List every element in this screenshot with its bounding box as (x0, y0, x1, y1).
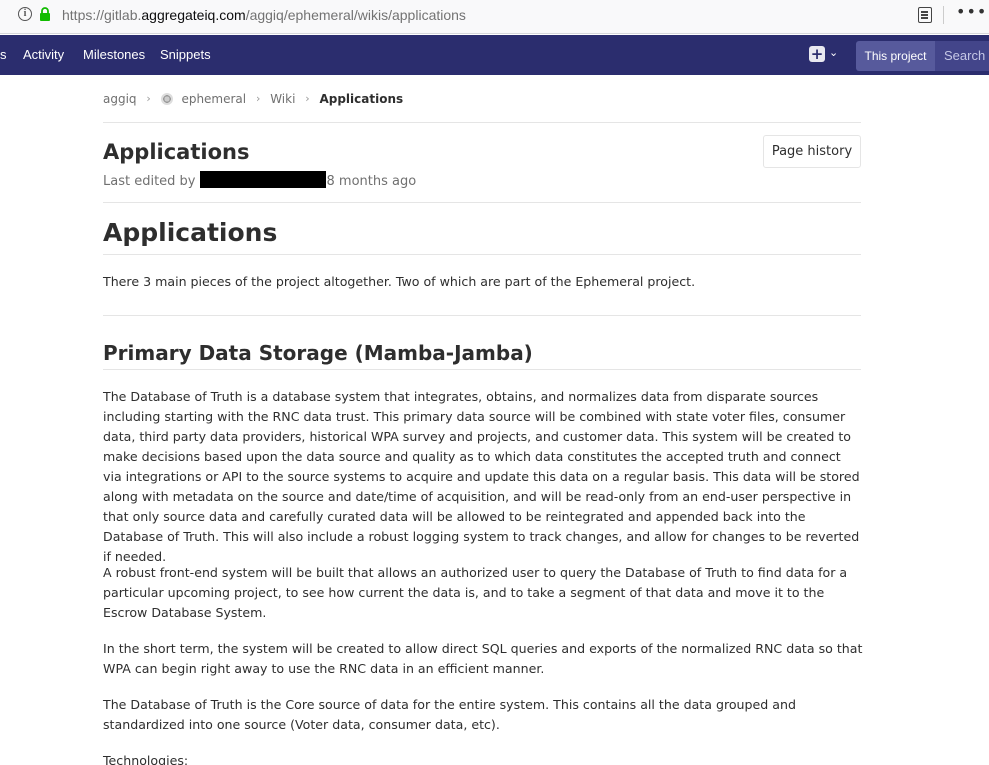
breadcrumb-project[interactable]: ephemeral (181, 92, 246, 106)
breadcrumb-current[interactable]: Applications (319, 92, 403, 106)
divider (103, 122, 861, 123)
redacted-author (199, 171, 326, 188)
breadcrumb-separator-icon: › (305, 92, 310, 105)
nav-milestones[interactable]: Milestones (83, 47, 145, 62)
search-input[interactable]: Search (935, 41, 989, 71)
breadcrumb: aggiq › ephemeral › Wiki › Applications (103, 91, 403, 107)
url-field[interactable]: https://gitlab.aggregateiq.com/aggiq/eph… (62, 7, 466, 23)
section-heading: Primary Data Storage (Mamba-Jamba) (103, 341, 533, 365)
reader-view-icon[interactable] (918, 7, 932, 23)
heading-underline (103, 369, 861, 370)
toolbar-divider (943, 6, 944, 24)
nav-item-truncated[interactable]: s (0, 47, 7, 62)
site-info-icon[interactable]: i (18, 7, 32, 21)
intro-paragraph: There 3 main pieces of the project altog… (103, 274, 696, 289)
breadcrumb-wiki[interactable]: Wiki (270, 92, 295, 106)
browser-url-bar: i https://gitlab.aggregateiq.com/aggiq/e… (0, 0, 989, 34)
divider (103, 202, 861, 203)
paragraph: Technologies: (103, 753, 189, 765)
page-title: Applications (103, 140, 250, 164)
breadcrumb-group[interactable]: aggiq (103, 92, 137, 106)
article-heading: Applications (103, 218, 278, 247)
page-history-button[interactable]: Page history (763, 135, 861, 168)
chevron-down-icon[interactable]: ⌄ (829, 46, 838, 59)
lock-icon (40, 7, 50, 21)
nav-activity[interactable]: Activity (23, 47, 64, 62)
horizontal-rule (103, 315, 861, 316)
last-edited-time: 8 months ago (326, 174, 417, 189)
search-scope-button[interactable]: This project (856, 41, 935, 71)
new-item-icon[interactable]: + (809, 46, 825, 62)
breadcrumb-separator-icon: › (146, 92, 151, 105)
heading-underline (103, 254, 861, 255)
last-edited-info: Last edited by 8 months ago (103, 171, 416, 189)
url-path: /aggiq/ephemeral/wikis/applications (245, 7, 466, 23)
more-actions-icon[interactable]: ••• (956, 2, 987, 21)
project-avatar-icon (160, 92, 173, 105)
breadcrumb-separator-icon: › (255, 92, 261, 105)
url-domain: aggregateiq.com (141, 7, 246, 23)
top-navbar: s Activity Milestones Snippets + ⌄ This … (0, 35, 989, 75)
last-edited-label: Last edited by (103, 174, 196, 189)
paragraph: In the short term, the system will be cr… (103, 641, 863, 676)
paragraph: The Database of Truth is a database syst… (103, 389, 860, 564)
paragraph: A robust front-end system will be built … (103, 565, 848, 620)
url-prefix: https://gitlab. (62, 7, 142, 23)
paragraph: The Database of Truth is the Core source… (103, 697, 796, 732)
nav-snippets[interactable]: Snippets (160, 47, 211, 62)
